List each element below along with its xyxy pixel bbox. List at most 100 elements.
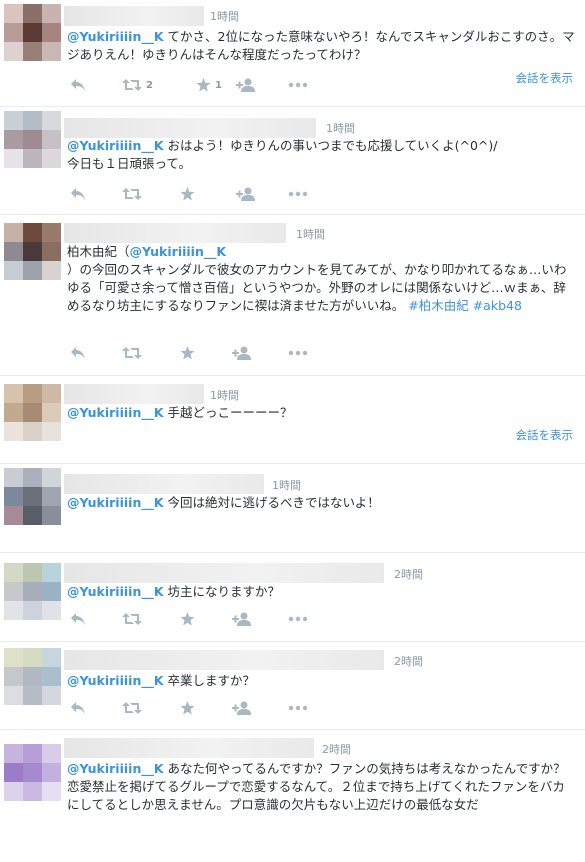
mention-link[interactable]: @Yukiriiiin__K xyxy=(67,495,164,510)
tweet: 2時間 @Yukiriiiin__K あなた何やってるんですか？ファンの気持ちは… xyxy=(0,730,585,862)
more-icon xyxy=(288,350,308,356)
tweet-text: @Yukiriiiin__K 坊主になりますか？ xyxy=(67,583,575,601)
more-icon xyxy=(288,82,308,88)
tweet-actions: 2 1 xyxy=(70,76,330,94)
retweet-icon xyxy=(122,613,142,625)
star-icon xyxy=(180,346,195,360)
mention-link[interactable]: @Yukiriiiin__K xyxy=(67,673,164,688)
view-conversation-link[interactable]: 会話を表示 xyxy=(516,70,574,86)
follow-button[interactable] xyxy=(232,699,252,717)
tweet: 1時間 柏木由紀（@Yukiriiiin__K ）の今回のスキャンダルで彼女のア… xyxy=(0,215,585,376)
star-icon xyxy=(180,187,195,201)
more-button[interactable] xyxy=(288,185,308,203)
more-button[interactable] xyxy=(288,344,308,362)
follow-user-icon xyxy=(232,612,251,626)
tweet-actions xyxy=(70,185,330,203)
mention-link[interactable]: @Yukiriiiin__K xyxy=(67,584,164,599)
tweet: 2時間 @Yukiriiiin__K 卒業しますか？ xyxy=(0,642,585,730)
user-name-blurred[interactable] xyxy=(64,384,204,404)
tweet-text: @Yukiriiiin__K あなた何やってるんですか？ファンの気持ちは考えなか… xyxy=(67,760,575,814)
favorite-count: 1 xyxy=(215,79,222,91)
reply-button[interactable] xyxy=(70,344,86,362)
user-name-blurred[interactable] xyxy=(64,474,264,494)
view-conversation-link[interactable]: 会話を表示 xyxy=(516,427,574,443)
favorite-button[interactable] xyxy=(180,344,195,362)
tweet-timestamp[interactable]: 1時間 xyxy=(210,8,239,24)
tweet-body: 卒業しますか？ xyxy=(163,673,256,688)
reply-button[interactable] xyxy=(70,610,86,628)
tweet-body-prefix: 柏木由紀（ xyxy=(67,244,130,259)
tweet-actions xyxy=(70,699,330,717)
star-icon xyxy=(196,78,211,92)
reply-icon xyxy=(71,613,85,625)
reply-icon xyxy=(71,188,85,200)
star-icon xyxy=(180,701,195,715)
follow-button[interactable] xyxy=(232,344,252,362)
tweet-timestamp[interactable]: 2時間 xyxy=(394,653,423,669)
tweet-actions xyxy=(70,344,330,362)
user-name-blurred[interactable] xyxy=(64,650,384,670)
tweet-timestamp[interactable]: 1時間 xyxy=(272,477,301,493)
more-icon xyxy=(288,616,308,622)
avatar[interactable] xyxy=(4,563,61,620)
avatar[interactable] xyxy=(4,223,61,280)
user-name-blurred[interactable] xyxy=(64,223,286,243)
tweet-timestamp[interactable]: 1時間 xyxy=(296,226,325,242)
follow-button[interactable] xyxy=(236,185,256,203)
more-button[interactable] xyxy=(288,610,308,628)
reply-icon xyxy=(71,347,85,359)
avatar[interactable] xyxy=(4,744,61,801)
mention-link[interactable]: @Yukiriiiin__K xyxy=(130,244,227,259)
tweet-text: @Yukiriiiin__K 今回は絶対に逃げるべきではないよ！ xyxy=(67,494,575,512)
tweet-text: 柏木由紀（@Yukiriiiin__K ）の今回のスキャンダルで彼女のアカウント… xyxy=(67,243,575,315)
retweet-button[interactable] xyxy=(122,344,142,362)
avatar[interactable] xyxy=(4,384,61,441)
follow-button[interactable] xyxy=(232,610,252,628)
avatar[interactable] xyxy=(4,468,61,525)
tweet-timestamp[interactable]: 1時間 xyxy=(210,387,239,403)
follow-button[interactable] xyxy=(236,76,256,94)
tweet-body: 手越どっこーーーー？ xyxy=(163,405,293,420)
reply-icon xyxy=(71,79,85,91)
retweet-icon xyxy=(122,702,142,714)
user-name-blurred[interactable] xyxy=(64,118,316,138)
tweet: 1時間 @Yukiriiiin__K てかさ、2位になった意味ないやろ！なんでス… xyxy=(0,0,585,107)
favorite-button[interactable] xyxy=(180,185,195,203)
mention-link[interactable]: @Yukiriiiin__K xyxy=(67,138,164,153)
tweet-timestamp[interactable]: 1時間 xyxy=(326,120,355,136)
tweet-text: @Yukiriiiin__K おはよう！ゆきりんの事いつまでも応援していくよ(^… xyxy=(67,137,575,173)
user-name-blurred[interactable] xyxy=(64,563,384,583)
mention-link[interactable]: @Yukiriiiin__K xyxy=(67,405,164,420)
tweet-text: @Yukiriiiin__K 手越どっこーーーー？ xyxy=(67,404,575,422)
reply-button[interactable] xyxy=(70,699,86,717)
more-button[interactable] xyxy=(288,699,308,717)
tweet: 1時間 @Yukiriiiin__K 今回は絶対に逃げるべきではないよ！ xyxy=(0,464,585,553)
more-icon xyxy=(288,191,308,197)
mention-link[interactable]: @Yukiriiiin__K xyxy=(67,29,164,44)
reply-button[interactable] xyxy=(70,185,86,203)
tweet-timestamp[interactable]: 2時間 xyxy=(394,566,423,582)
hashtag-links[interactable]: #柏木由紀 #akb48 xyxy=(408,298,522,313)
retweet-button[interactable] xyxy=(122,699,142,717)
star-icon xyxy=(180,612,195,626)
reply-button[interactable] xyxy=(70,76,86,94)
tweet: 2時間 @Yukiriiiin__K 坊主になりますか？ xyxy=(0,553,585,642)
tweet-timestamp[interactable]: 2時間 xyxy=(322,741,351,757)
follow-user-icon xyxy=(236,78,255,92)
favorite-button[interactable] xyxy=(180,610,195,628)
tweet: 1時間 @Yukiriiiin__K 手越どっこーーーー？ 会話を表示 xyxy=(0,376,585,464)
more-button[interactable] xyxy=(288,76,308,94)
favorite-button[interactable] xyxy=(180,699,195,717)
avatar[interactable] xyxy=(4,648,61,705)
avatar[interactable] xyxy=(4,4,61,61)
retweet-button[interactable] xyxy=(122,185,142,203)
favorite-button[interactable]: 1 xyxy=(196,76,222,94)
avatar[interactable] xyxy=(4,111,61,168)
retweet-button[interactable]: 2 xyxy=(122,76,153,94)
user-name-blurred[interactable] xyxy=(64,6,204,26)
mention-link[interactable]: @Yukiriiiin__K xyxy=(67,761,164,776)
user-name-blurred[interactable] xyxy=(64,738,314,758)
tweet-body: 坊主になりますか？ xyxy=(163,584,281,599)
tweet-text: @Yukiriiiin__K てかさ、2位になった意味ないやろ！なんでスキャンダ… xyxy=(67,28,575,64)
retweet-button[interactable] xyxy=(122,610,142,628)
